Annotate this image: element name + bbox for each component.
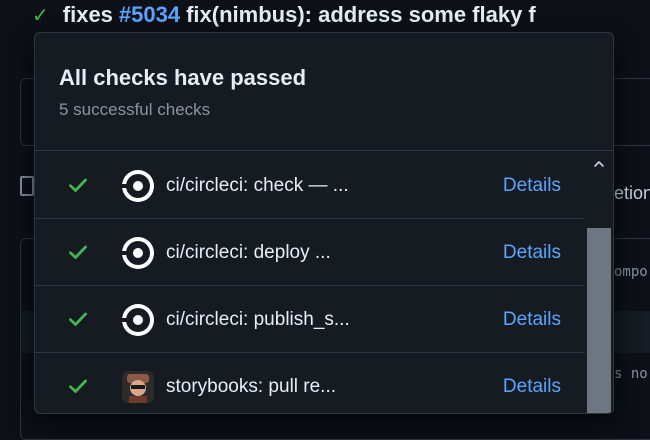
check-name: ci/circleci: publish_s... [166,309,350,330]
details-link[interactable]: Details [503,308,561,332]
popover-header: All checks have passed 5 successful chec… [35,33,613,151]
details-link[interactable]: Details [503,174,561,198]
chevron-up-icon[interactable] [593,158,605,170]
check-list: ci/circleci: check — ... Details ci/circ… [35,152,585,413]
details-link[interactable]: Details [503,375,561,399]
scrollbar[interactable] [585,152,613,413]
scrollbar-thumb[interactable] [587,228,611,413]
background-code-text: ompo [614,264,648,280]
check-icon [69,379,87,393]
circleci-logo-icon [122,304,154,336]
popover-title: All checks have passed [59,65,307,90]
background-tab-text: etion [614,183,650,203]
check-icon [69,245,87,259]
check-row: ci/circleci: check — ... Details [35,152,585,219]
circleci-logo-icon [122,237,154,269]
details-link[interactable]: Details [503,241,561,265]
check-row: ci/circleci: deploy ... Details [35,219,585,286]
background-code-text: s no [614,366,648,382]
check-row: storybooks: pull re... Details [35,353,585,413]
check-icon [69,312,87,326]
check-icon: ✓ [32,4,49,27]
commit-prefix: fixes [62,2,113,27]
checks-popover: All checks have passed 5 successful chec… [34,32,614,414]
check-name: ci/circleci: deploy ... [166,242,331,263]
check-icon [69,178,87,192]
check-name: ci/circleci: check — ... [166,175,349,196]
file-icon [20,176,34,196]
commit-message: fix(nimbus): address some flaky f [186,2,536,27]
commit-title: ✓ fixes #5034 fix(nimbus): address some … [32,0,650,30]
check-row: ci/circleci: publish_s... Details [35,286,585,353]
check-name: storybooks: pull re... [166,376,337,397]
circleci-logo-icon [122,170,154,202]
pr-link[interactable]: #5034 [119,2,180,28]
storybooks-avatar-icon [122,371,154,403]
popover-subtitle: 5 successful checks [59,100,211,119]
